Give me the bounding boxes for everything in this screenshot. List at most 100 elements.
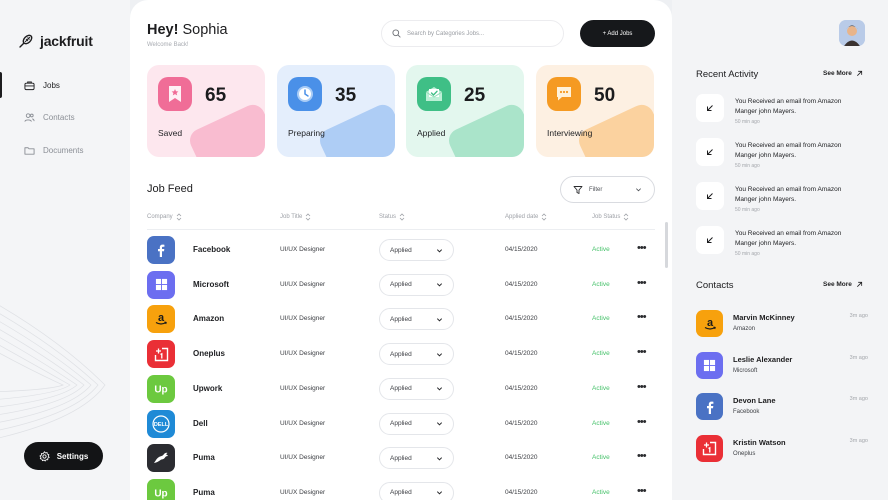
- status-value: Applied: [390, 489, 412, 497]
- company-logo: DELL: [147, 409, 175, 438]
- contacts-see-more-link[interactable]: See More: [823, 281, 863, 288]
- job-status-badge: Active: [592, 280, 610, 288]
- job-title: UI/UX Designer: [280, 315, 326, 323]
- add-jobs-button[interactable]: + Add Jobs: [580, 20, 655, 47]
- job-feed-title: Job Feed: [147, 183, 193, 195]
- users-icon: [24, 113, 35, 122]
- status-dropdown[interactable]: Applied: [379, 343, 454, 366]
- column-header-job-title[interactable]: Job Title: [280, 213, 311, 221]
- activity-see-more-link[interactable]: See More: [823, 70, 863, 77]
- page-subtitle: Welcome Back!: [147, 42, 189, 48]
- stat-icon-box: [158, 77, 192, 111]
- sort-icon: [306, 213, 311, 221]
- contact-time: 3m ago: [849, 396, 868, 403]
- table-row[interactable]: Puma UI/UX Designer Applied 04/15/2020 Activ…: [130, 443, 672, 473]
- svg-text:a: a: [706, 317, 713, 329]
- table-row[interactable]: a Amazon UI/UX Designer Applied 04/15/2020 Ac…: [130, 304, 672, 334]
- briefcase-icon: [24, 81, 35, 90]
- activity-item[interactable]: You Received an email from Amazon Manger…: [696, 138, 876, 170]
- contact-company: Amazon: [733, 326, 756, 332]
- more-options-icon[interactable]: •••: [637, 346, 647, 358]
- activity-item[interactable]: You Received an email from Amazon Manger…: [696, 226, 876, 258]
- sidebar: jackfruit Jobs Contacts Documents Settin…: [0, 0, 130, 500]
- stat-label: Interviewing: [547, 128, 593, 138]
- contact-company: Oneplus: [733, 451, 756, 458]
- status-dropdown[interactable]: Applied: [379, 273, 454, 296]
- company-logo: [147, 236, 175, 264]
- applied-date: 04/15/2020: [505, 454, 538, 462]
- brand-logo[interactable]: jackfruit: [18, 33, 93, 49]
- sidebar-item-label: Documents: [43, 145, 84, 155]
- contact-time: 3m ago: [849, 438, 868, 445]
- more-options-icon[interactable]: •••: [637, 416, 647, 428]
- stat-card-preparing[interactable]: 35 Preparing: [277, 65, 395, 157]
- activity-message: You Received an email from Amazon Manger…: [735, 98, 842, 115]
- stat-label: Preparing: [288, 128, 325, 138]
- job-title: UI/UX Designer: [280, 488, 326, 496]
- contact-item[interactable]: a Marvin McKinney Amazon 3m ago: [696, 310, 868, 340]
- status-dropdown[interactable]: Applied: [379, 447, 454, 470]
- stat-card-applied[interactable]: 25 Applied: [406, 65, 524, 157]
- svg-text:a: a: [158, 312, 165, 324]
- table-row[interactable]: Oneplus UI/UX Designer Applied 04/15/2020 Ac…: [130, 339, 672, 369]
- column-header-company[interactable]: Company: [147, 213, 182, 221]
- contact-item[interactable]: Kristin Watson Oneplus 3m ago: [696, 435, 868, 465]
- more-options-icon[interactable]: •••: [637, 381, 647, 393]
- stat-icon-box: [288, 77, 322, 111]
- chevron-down-icon: [436, 387, 443, 391]
- arrow-down-left-icon: [707, 149, 713, 155]
- applied-date: 04/15/2020: [505, 419, 538, 427]
- more-options-icon[interactable]: •••: [637, 485, 647, 497]
- status-dropdown[interactable]: Applied: [379, 481, 454, 500]
- sort-icon: [624, 213, 629, 221]
- settings-button[interactable]: Settings: [24, 442, 103, 470]
- contacts-title: Contacts: [696, 280, 734, 291]
- status-dropdown[interactable]: Applied: [379, 412, 454, 435]
- contact-item[interactable]: Devon Lane Facebook 3m ago: [696, 393, 868, 423]
- sort-icon: [399, 213, 405, 221]
- filter-icon: [573, 185, 583, 194]
- puma-logo-icon: [154, 452, 168, 464]
- company-name: Dell: [193, 418, 208, 428]
- right-panel: Recent Activity See More You Received an…: [672, 0, 888, 500]
- contact-name: Marvin McKinney: [733, 313, 795, 322]
- sidebar-item-jobs[interactable]: Jobs: [0, 72, 130, 98]
- table-row[interactable]: Microsoft UI/UX Designer Applied 04/15/2020…: [130, 270, 672, 300]
- activity-item[interactable]: You Received an email from Amazon Manger…: [696, 182, 876, 214]
- stat-card-interviewing[interactable]: 50 Interviewing: [536, 65, 654, 157]
- table-row[interactable]: Up Upwork UI/UX Designer Applied 04/15/2020 A…: [130, 374, 672, 404]
- chevron-down-icon: [436, 456, 443, 461]
- table-row[interactable]: Up Puma UI/UX Designer Applied 04/15/2020 Act…: [130, 478, 672, 500]
- sidebar-item-documents[interactable]: Documents: [0, 137, 130, 163]
- more-options-icon[interactable]: •••: [637, 242, 647, 254]
- activity-time: 50 min ago: [735, 163, 760, 169]
- table-row[interactable]: Facebook UI/UX Designer Applied 04/15/2020 A…: [130, 235, 672, 265]
- company-logo: Up: [147, 374, 175, 403]
- column-header-job-status[interactable]: Job Status: [592, 213, 629, 221]
- status-dropdown[interactable]: Applied: [379, 377, 454, 400]
- more-options-icon[interactable]: •••: [637, 450, 647, 462]
- company-name: Upwork: [193, 383, 223, 393]
- arrow-up-right-icon: [856, 70, 862, 76]
- avatar[interactable]: [839, 20, 865, 46]
- page-title: Hey! Sophia: [147, 22, 228, 38]
- svg-text:DELL: DELL: [154, 422, 169, 428]
- column-header-applied-date[interactable]: Applied date: [505, 213, 547, 221]
- job-title: UI/UX Designer: [280, 280, 326, 288]
- column-label: Job Title: [280, 214, 303, 220]
- more-options-icon[interactable]: •••: [637, 277, 647, 289]
- jackfruit-logo-icon: [19, 34, 33, 48]
- sidebar-item-contacts[interactable]: Contacts: [0, 105, 130, 131]
- stat-card-saved[interactable]: 65 Saved: [147, 65, 265, 157]
- oneplus-logo-icon: [702, 441, 717, 456]
- more-options-icon[interactable]: •••: [637, 311, 647, 323]
- table-row[interactable]: DELL Dell UI/UX Designer Applied 04/15/2020 A…: [130, 409, 672, 439]
- search-input[interactable]: Search by Categories Jobs...: [381, 20, 564, 47]
- status-dropdown[interactable]: Applied: [379, 239, 454, 261]
- activity-message: You Received an email from Amazon Manger…: [735, 230, 842, 247]
- activity-item[interactable]: You Received an email from Amazon Manger…: [696, 94, 876, 126]
- status-dropdown[interactable]: Applied: [379, 308, 454, 331]
- filter-dropdown[interactable]: Filter: [560, 176, 655, 203]
- contact-item[interactable]: Leslie Alexander Microsoft 3m ago: [696, 351, 868, 382]
- column-header-status[interactable]: Status: [379, 213, 405, 221]
